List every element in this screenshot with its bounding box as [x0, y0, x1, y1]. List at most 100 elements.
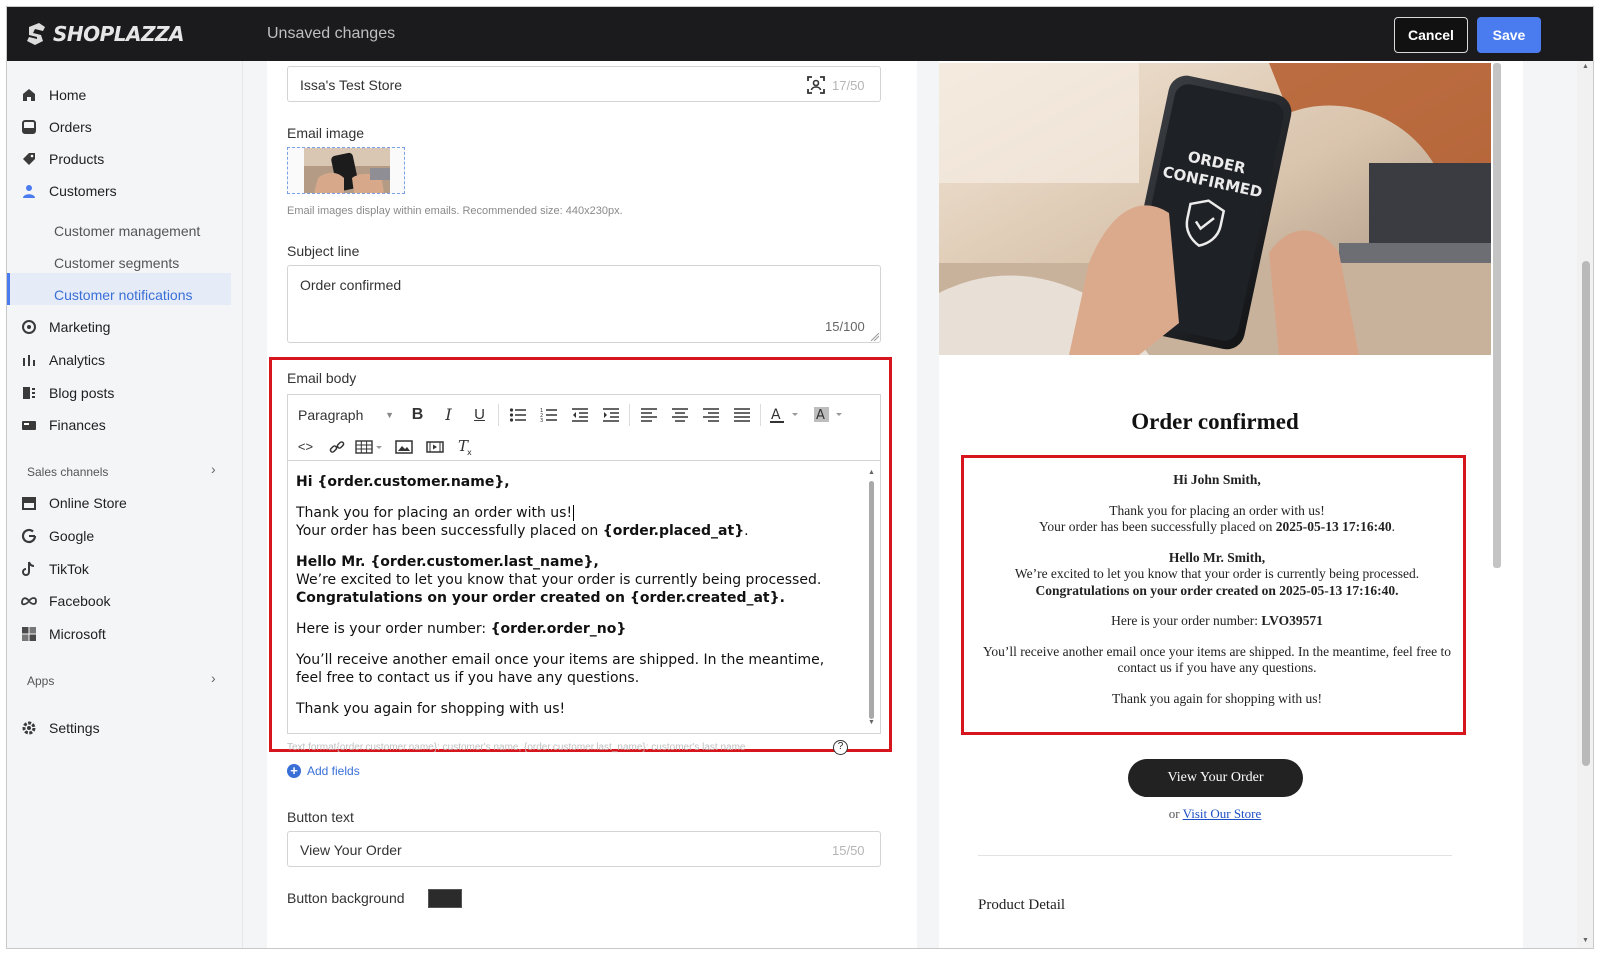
sidebar-channel-facebook[interactable]: Facebook — [21, 587, 110, 615]
text-cursor — [573, 505, 575, 521]
sidebar-item-home[interactable]: Home — [21, 81, 86, 109]
save-button[interactable]: Save — [1477, 17, 1541, 53]
sidebar-item-analytics[interactable]: Analytics — [21, 346, 105, 374]
sidebar-subitem-customer-notifications[interactable]: Customer notifications — [54, 287, 193, 303]
align-justify-icon[interactable] — [726, 402, 757, 428]
body-greeting: Hi {order.customer.name}, — [296, 474, 510, 490]
text-color-icon[interactable]: A — [764, 402, 808, 428]
highlight-color-icon[interactable]: A — [808, 402, 852, 428]
scan-icon[interactable] — [806, 75, 826, 98]
sidebar-item-settings[interactable]: Settings — [21, 714, 100, 742]
sidebar-item-marketing[interactable]: Marketing — [21, 313, 110, 341]
meta-icon — [21, 593, 37, 609]
visit-our-store-link[interactable]: Visit Our Store — [1183, 806, 1262, 821]
microsoft-icon — [21, 626, 37, 642]
body-thanks: Thank you for placing an order with us! — [296, 505, 573, 521]
cancel-button[interactable]: Cancel — [1394, 17, 1468, 53]
table-icon[interactable] — [352, 434, 388, 460]
help-icon[interactable]: ? — [833, 740, 848, 755]
page-scroll-thumb[interactable] — [1582, 261, 1590, 766]
button-background-label: Button background — [287, 890, 405, 906]
chevron-right-icon[interactable]: › — [211, 461, 216, 477]
button-background-swatch[interactable] — [428, 889, 462, 908]
body-hello: Hello Mr. {order.customer.last_name}, — [296, 554, 599, 570]
preview-hello: Hello Mr. Smith, — [1168, 549, 1266, 565]
email-body-hint: Text format{order.customer.name}: custom… — [287, 742, 746, 753]
align-center-icon[interactable] — [664, 402, 695, 428]
body-shipping: You’ll receive another email once your i… — [296, 652, 825, 686]
view-your-order-button[interactable]: View Your Order — [1128, 759, 1303, 797]
gear-icon — [21, 720, 37, 736]
preview-scrollbar[interactable] — [1493, 63, 1501, 568]
add-fields-link[interactable]: + Add fields — [287, 764, 360, 778]
video-icon[interactable] — [419, 434, 450, 460]
email-body-editor[interactable]: Hi {order.customer.name}, Thank you for … — [287, 460, 881, 734]
channel-label: Online Store — [49, 495, 127, 511]
sidebar-subitem-customer-management[interactable]: Customer management — [54, 223, 200, 239]
google-icon — [21, 528, 37, 544]
email-image-upload[interactable] — [287, 147, 405, 194]
sidebar-subitem-customer-segments[interactable]: Customer segments — [54, 255, 179, 271]
align-right-icon[interactable] — [695, 402, 726, 428]
or-text: or — [1168, 806, 1183, 821]
sidebar-item-finances[interactable]: Finances — [21, 411, 106, 439]
email-image-hint: Email images display within emails. Reco… — [287, 205, 623, 217]
scroll-thumb[interactable] — [869, 481, 874, 719]
channel-label: Microsoft — [49, 626, 106, 642]
bold-icon[interactable]: B — [402, 402, 433, 428]
resize-handle-icon[interactable] — [871, 333, 879, 341]
scroll-down-arrow-icon[interactable]: ▼ — [1582, 937, 1589, 944]
email-image-thumbnail — [304, 148, 390, 193]
button-text-input[interactable]: View Your Order 15/50 — [287, 831, 881, 867]
sales-channels-heading: Sales channels — [27, 465, 109, 479]
button-text-counter: 15/50 — [832, 843, 865, 858]
sidebar-channel-google[interactable]: Google — [21, 522, 94, 550]
paragraph-format-value: Paragraph — [298, 406, 364, 423]
sidebar-item-orders[interactable]: Orders — [21, 113, 92, 141]
toolbar-divider — [760, 403, 761, 426]
bullet-list-icon[interactable] — [502, 402, 533, 428]
blog-icon — [21, 385, 37, 401]
clear-formatting-icon[interactable]: Tx — [450, 434, 481, 460]
code-icon[interactable]: <> — [290, 434, 321, 460]
sidebar-item-customers[interactable]: Customers — [21, 177, 117, 205]
subject-line-input[interactable]: Order confirmed 15/100 — [287, 265, 881, 343]
sidebar-channel-microsoft[interactable]: Microsoft — [21, 620, 106, 648]
scroll-up-arrow-icon[interactable]: ▲ — [1582, 63, 1589, 70]
product-detail-heading: Product Detail — [978, 897, 1066, 913]
italic-icon[interactable]: I — [433, 402, 464, 428]
store-name-field[interactable]: Issa's Test Store 17/50 — [287, 66, 881, 102]
sidebar-item-blog-posts[interactable]: Blog posts — [21, 379, 114, 407]
editor-scrollbar[interactable]: ▲ ▼ — [867, 469, 877, 729]
finances-icon — [21, 417, 37, 433]
plus-circle-icon: + — [287, 764, 301, 778]
preview-thanks-again: Thank you again for shopping with us! — [1112, 690, 1322, 706]
image-icon[interactable] — [388, 434, 419, 460]
scroll-down-arrow-icon[interactable]: ▼ — [868, 719, 875, 726]
channel-label: Facebook — [49, 593, 111, 609]
link-icon[interactable] — [321, 434, 352, 460]
app-window: SHOPLAZZA Unsaved changes Cancel Save Ho… — [6, 6, 1594, 949]
email-hero-image: ORDER CONFIRMED — [939, 63, 1491, 355]
tag-icon — [21, 151, 37, 167]
underline-icon[interactable]: U — [464, 402, 495, 428]
preview-placed-date: 2025-05-13 17:16:40 — [1275, 519, 1392, 534]
indent-icon[interactable] — [595, 402, 626, 428]
toolbar-row-1: Paragraph ▼ B I U 123 A A — [290, 398, 852, 431]
body-order-no-var: {order.order_no} — [490, 621, 627, 637]
email-body-label: Email body — [287, 370, 357, 386]
sidebar-channel-online-store[interactable]: Online Store — [21, 489, 127, 517]
paragraph-format-select[interactable]: Paragraph ▼ — [290, 402, 402, 428]
sidebar-item-products[interactable]: Products — [21, 145, 104, 173]
outdent-icon[interactable] — [564, 402, 595, 428]
align-left-icon[interactable] — [633, 402, 664, 428]
scroll-up-arrow-icon[interactable]: ▲ — [868, 469, 875, 476]
brand-name: SHOPLAZZA — [53, 22, 185, 46]
chevron-right-icon[interactable]: › — [211, 670, 216, 686]
numbered-list-icon[interactable]: 123 — [533, 402, 564, 428]
sidebar-channel-tiktok[interactable]: TikTok — [21, 555, 89, 583]
visit-store-line: or Visit Our Store — [939, 806, 1491, 822]
preview-placed-dot: . — [1391, 519, 1395, 534]
store-icon — [21, 495, 37, 511]
toolbar-row-2: <> Tx — [290, 430, 481, 463]
